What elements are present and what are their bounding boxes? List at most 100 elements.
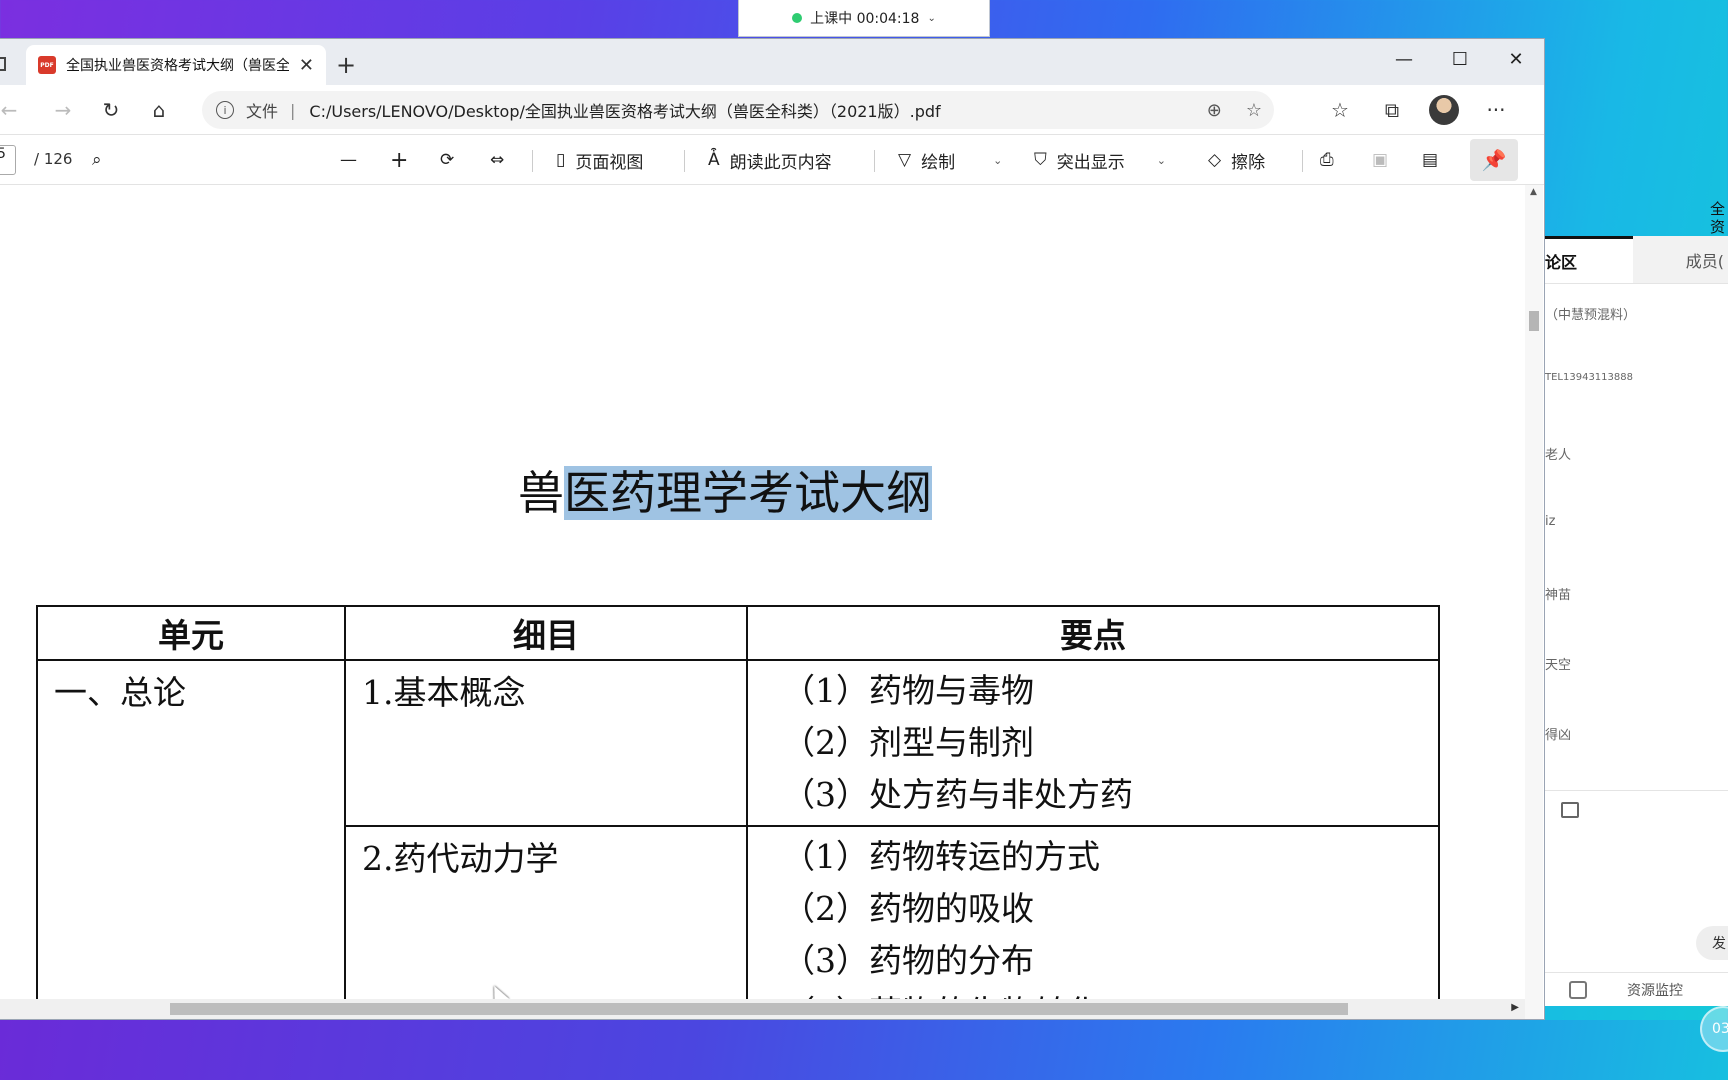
page-view-label: 页面视图 xyxy=(575,152,644,173)
close-window-button[interactable]: ✕ xyxy=(1488,39,1544,79)
pin-toolbar-icon[interactable]: 📌 xyxy=(1470,139,1518,181)
minimize-button[interactable]: — xyxy=(1376,39,1432,79)
chat-message: iz xyxy=(1545,514,1556,529)
recording-status-text: 上课中 00:04:18 xyxy=(810,11,920,27)
rotate-icon[interactable]: ⟳ xyxy=(440,135,454,185)
url-scheme-label: 文件 xyxy=(246,102,279,121)
item-text: 1.基本概念 xyxy=(362,673,526,712)
send-button[interactable]: 发 xyxy=(1696,926,1728,960)
point-text: （2）药物的吸收 xyxy=(782,889,1034,928)
zoom-out-icon[interactable]: — xyxy=(340,135,357,185)
url-text[interactable]: C:/Users/LENOVO/Desktop/全国执业兽医资格考试大纲（兽医全… xyxy=(309,98,940,122)
point-text: （4）药物的生物转化 xyxy=(748,987,1438,999)
scroll-right-icon[interactable]: ▶ xyxy=(1511,1002,1519,1013)
horizontal-scrollbar[interactable]: ▶ xyxy=(0,999,1525,1019)
more-menu-icon[interactable]: ··· xyxy=(1478,92,1514,128)
draw-button[interactable]: ▽ 绘制 ⌄ xyxy=(898,135,1002,185)
chat-message: 天空 xyxy=(1545,658,1572,673)
profile-button[interactable] xyxy=(1426,92,1462,128)
save-icon[interactable]: ▣ xyxy=(1372,135,1388,185)
input-divider xyxy=(1541,790,1728,791)
add-favorite-icon[interactable]: ☆ xyxy=(1246,100,1262,121)
info-icon[interactable]: i xyxy=(216,101,234,119)
avatar xyxy=(1429,95,1459,125)
erase-label: 擦除 xyxy=(1231,152,1266,173)
url-bar[interactable]: i 文件 | C:/Users/LENOVO/Desktop/全国执业兽医资格考… xyxy=(202,91,1274,129)
home-icon[interactable]: ⌂ xyxy=(138,92,180,128)
browser-tab[interactable]: PDF 全国执业兽医资格考试大纲（兽医全科类）（2021版）.pdf ✕ xyxy=(26,45,326,85)
points-cell: （1）药物转运的方式 （2）药物的吸收 （3）药物的分布 （4）药物的生物转化 xyxy=(746,825,1440,999)
workspace-icon[interactable] xyxy=(0,57,6,71)
pdf-page[interactable]: 兽医药理学考试大纲 单元 细目 要点 一、总论 1.基本概念 （1）药物与毒物 … xyxy=(0,185,1525,999)
scroll-up-icon[interactable]: ▲ xyxy=(1530,187,1537,197)
forward-arrow-icon[interactable]: → xyxy=(42,92,84,128)
point-text: （3）药物的分布 xyxy=(782,941,1034,980)
favorites-icon[interactable]: ☆ xyxy=(1322,92,1358,128)
read-aloud-label: 朗读此页内容 xyxy=(729,152,832,173)
draw-label: 绘制 xyxy=(921,152,956,173)
chat-side-panel: 论区 成员( （中慧预混料） TEL13943113888 老人 iz 神苗 天… xyxy=(1540,236,1728,1006)
unit-text: 一、总论 xyxy=(54,673,186,712)
zoom-in-icon[interactable]: + xyxy=(390,135,408,185)
column-header: 要点 xyxy=(746,605,1440,661)
page-total: / 126 xyxy=(34,150,73,168)
highlight-button[interactable]: ⛉ 突出显示 ⌄ xyxy=(1034,135,1166,185)
collections-icon[interactable]: ⧉ xyxy=(1374,92,1410,128)
toolbar-divider xyxy=(532,150,533,172)
table-header-row: 单元 细目 要点 xyxy=(36,605,1440,661)
save-as-icon[interactable]: ▤ xyxy=(1422,135,1438,185)
tab-title: 全国执业兽医资格考试大纲（兽医全科类）（2021版）.pdf xyxy=(66,58,289,74)
maximize-button[interactable]: ☐ xyxy=(1432,39,1488,79)
item-text: 2.药代动力学 xyxy=(362,839,559,878)
vertical-scrollbar[interactable]: ▲ ▼ xyxy=(1525,185,1543,1019)
page-view-button[interactable]: ▯ 页面视图 xyxy=(556,135,643,185)
vertical-scroll-thumb[interactable] xyxy=(1529,311,1539,331)
recording-status-pill[interactable]: 上课中 00:04:18 ⌄ xyxy=(738,0,990,37)
title-selected-text: 医药理学考试大纲 xyxy=(564,466,932,520)
back-arrow-icon[interactable]: ← xyxy=(0,92,30,128)
side-footer: 资源监控 xyxy=(1541,972,1728,1006)
exam-outline-table: 单元 细目 要点 一、总论 1.基本概念 （1）药物与毒物 （2）剂型与制剂 （… xyxy=(36,605,1440,999)
toolbar-divider xyxy=(874,150,875,172)
column-header: 细目 xyxy=(344,605,748,661)
chat-message: 神苗 xyxy=(1545,588,1572,603)
erase-button[interactable]: ◇ 擦除 xyxy=(1208,135,1265,185)
point-text: （2）剂型与制剂 xyxy=(782,723,1034,762)
resource-monitor-label[interactable]: 资源监控 xyxy=(1627,980,1683,1000)
document-title[interactable]: 兽医药理学考试大纲 xyxy=(518,457,932,523)
search-icon[interactable]: ⌕ xyxy=(92,135,102,185)
zoom-icon[interactable]: ⊕ xyxy=(1207,100,1222,121)
chevron-down-icon[interactable]: ⌄ xyxy=(927,13,935,24)
item-cell: 1.基本概念 xyxy=(344,659,748,827)
print-icon[interactable]: ⎙ xyxy=(1320,135,1334,185)
eraser-icon: ◇ xyxy=(1208,150,1222,170)
tab-members[interactable]: 成员( xyxy=(1632,236,1728,283)
chevron-down-icon[interactable]: ⌄ xyxy=(993,154,1002,167)
horizontal-scroll-thumb[interactable] xyxy=(170,1003,1348,1015)
brush-icon[interactable] xyxy=(1569,980,1587,999)
close-tab-icon[interactable]: ✕ xyxy=(299,55,314,76)
point-text: （1）药物与毒物 xyxy=(782,671,1034,710)
pdf-file-icon: PDF xyxy=(38,56,56,74)
points-cell: （1）药物与毒物 （2）剂型与制剂 （3）处方药与非处方药 xyxy=(746,659,1440,827)
fit-page-icon[interactable]: ⇔ xyxy=(490,135,504,185)
title-plain-text: 兽 xyxy=(518,466,564,520)
recording-dot-icon xyxy=(792,13,803,23)
highlight-icon: ⛉ xyxy=(1034,150,1047,170)
desktop-bottom-band xyxy=(0,1020,1728,1080)
point-text: （1）药物转运的方式 xyxy=(782,837,1100,876)
new-tab-button[interactable]: + xyxy=(336,51,356,79)
page-view-icon: ▯ xyxy=(556,150,566,170)
side-corner-text: 全资 xyxy=(1710,200,1726,236)
browser-window: PDF 全国执业兽医资格考试大纲（兽医全科类）（2021版）.pdf ✕ + —… xyxy=(0,38,1545,1020)
image-icon[interactable] xyxy=(1561,802,1579,818)
read-aloud-icon: A͒ xyxy=(708,150,720,170)
chevron-down-icon[interactable]: ⌄ xyxy=(1157,154,1166,167)
page-number-input[interactable]: 5 xyxy=(0,145,16,175)
pdf-toolbar: 5 / 126 ⌕ — + ⟳ ⇔ ▯ 页面视图 A͒ 朗读此页内容 ▽ 绘制 … xyxy=(0,135,1544,185)
item-cell: 2.药代动力学 xyxy=(344,825,748,999)
refresh-icon[interactable]: ↻ xyxy=(90,92,132,128)
tab-discussion[interactable]: 论区 xyxy=(1541,236,1633,283)
chat-message: 老人 xyxy=(1545,448,1572,463)
read-aloud-button[interactable]: A͒ 朗读此页内容 xyxy=(708,135,832,185)
